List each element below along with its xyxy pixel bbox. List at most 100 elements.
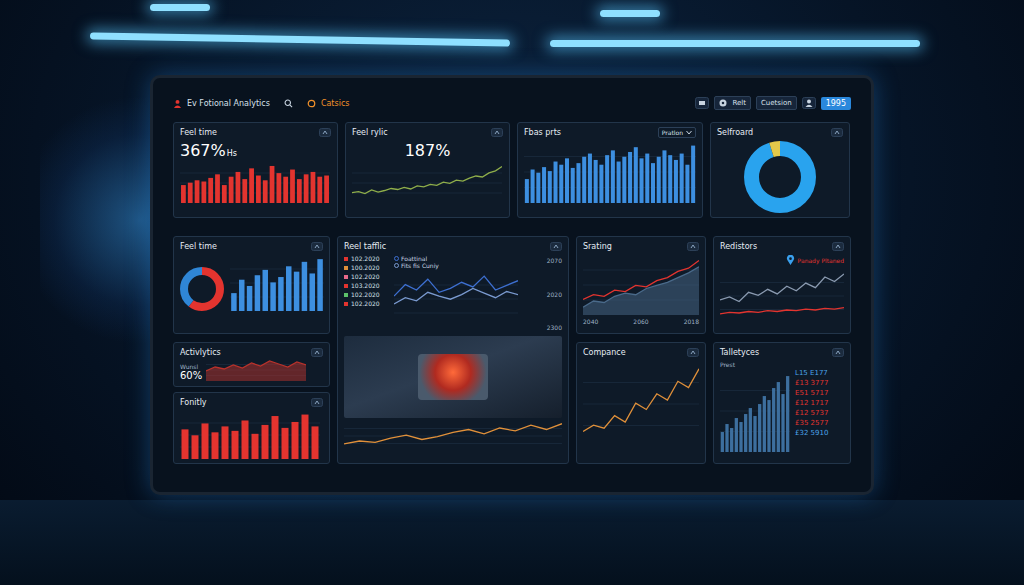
chart-bar bbox=[201, 182, 206, 204]
grid-line bbox=[180, 423, 320, 424]
donut-segment bbox=[752, 149, 809, 206]
value-row: E51 5717 bbox=[795, 389, 828, 397]
chart-bar bbox=[188, 183, 193, 203]
expand-icon[interactable] bbox=[832, 348, 844, 357]
bar-chart bbox=[180, 411, 320, 459]
app-title: Ev Fotional Analytics bbox=[187, 99, 270, 108]
expand-icon[interactable] bbox=[311, 348, 323, 357]
talletyces-card: Talletyces Prest L15 E177£13 3777E51 571… bbox=[713, 342, 851, 464]
chart-bar bbox=[317, 259, 322, 311]
legend-label: 103.2020 bbox=[351, 282, 380, 289]
expand-icon[interactable] bbox=[831, 128, 843, 137]
chart-bar bbox=[571, 168, 575, 203]
chart-bar bbox=[594, 160, 598, 203]
compance-card: Compance bbox=[576, 342, 706, 464]
axis-ticks: 204020602018 bbox=[583, 318, 699, 325]
chart-bar bbox=[263, 180, 268, 203]
profile-icon[interactable] bbox=[802, 97, 816, 109]
expand-icon[interactable] bbox=[687, 242, 699, 251]
header-button[interactable]: Cuetsion bbox=[756, 96, 797, 110]
chart-line bbox=[394, 276, 518, 296]
chart-line bbox=[352, 167, 502, 194]
period-dropdown[interactable]: Pratlon bbox=[658, 127, 696, 138]
panel-title: Feel rylic bbox=[352, 128, 388, 137]
value-row: £12 5737 bbox=[795, 409, 828, 417]
chart-bar bbox=[317, 177, 322, 203]
illustration bbox=[344, 336, 562, 418]
chart-bar bbox=[222, 185, 227, 203]
chart-split bbox=[180, 255, 323, 311]
chart-bar bbox=[634, 147, 638, 203]
legend-swatch bbox=[344, 284, 348, 288]
chart-bar bbox=[239, 280, 244, 311]
kiosk-figure bbox=[418, 354, 488, 400]
expand-icon[interactable] bbox=[311, 398, 323, 407]
axis-tick: 2060 bbox=[633, 318, 648, 325]
chart-bar bbox=[311, 172, 316, 203]
brand[interactable]: Ev Fotional Analytics bbox=[173, 99, 270, 108]
panel-title: Talletyces bbox=[720, 348, 759, 357]
chart-bar bbox=[242, 179, 247, 203]
donut-segment bbox=[184, 271, 220, 307]
top-row: Feel time 367%Hs Feel rylic 187% Fbas pr… bbox=[173, 122, 851, 218]
expand-icon[interactable] bbox=[491, 128, 503, 137]
chevron-down-icon bbox=[686, 130, 692, 135]
chart-bar bbox=[674, 160, 678, 203]
button-label: Relt bbox=[732, 99, 746, 107]
chart-bar bbox=[270, 282, 275, 311]
chart-bar bbox=[730, 428, 733, 452]
chart-bar bbox=[302, 415, 309, 459]
chart-bar bbox=[721, 432, 724, 452]
chart-bar bbox=[691, 146, 695, 203]
area-chart bbox=[206, 359, 306, 381]
chart-bar bbox=[302, 262, 307, 311]
button-label: Cuetsion bbox=[761, 99, 792, 107]
floor-reflection bbox=[0, 500, 1024, 585]
chart-bar bbox=[278, 277, 283, 311]
expand-icon[interactable] bbox=[832, 242, 844, 251]
reel-tafflic-card: Reel tafflic 102.2020 100.2020 102.2020 … bbox=[337, 236, 569, 464]
grid-line bbox=[720, 296, 844, 297]
chart-bar bbox=[249, 169, 254, 204]
panel-header: Feel time bbox=[180, 127, 331, 138]
chart-line bbox=[394, 288, 518, 304]
grid-line bbox=[720, 309, 844, 310]
selfroard-card: Selfroard bbox=[710, 122, 850, 218]
chart-bar bbox=[263, 270, 268, 311]
chart-area bbox=[206, 361, 306, 381]
search-icon[interactable] bbox=[284, 99, 293, 108]
chart-bar bbox=[272, 416, 279, 459]
panel-header: Selfroard bbox=[717, 127, 843, 138]
header-tab[interactable]: Catsics bbox=[307, 99, 350, 108]
value-row: £12 1717 bbox=[795, 399, 828, 407]
grid-line bbox=[352, 183, 502, 184]
grid-line bbox=[344, 428, 562, 429]
header-button[interactable]: Relt bbox=[714, 96, 751, 110]
ceiling-light bbox=[90, 32, 510, 46]
expand-icon[interactable] bbox=[687, 348, 699, 357]
expand-icon[interactable] bbox=[311, 242, 323, 251]
area-chart bbox=[583, 255, 699, 315]
talletyces-body: Prest L15 E177£13 3777E51 5717£12 1717£1… bbox=[720, 361, 844, 452]
chart-bar bbox=[310, 273, 315, 311]
chart-bar bbox=[262, 425, 269, 459]
chart-bar bbox=[195, 180, 200, 203]
chart-bar bbox=[605, 155, 609, 203]
value-unit: Hs bbox=[227, 149, 237, 158]
expand-icon[interactable] bbox=[319, 128, 331, 137]
line-chart bbox=[394, 271, 518, 327]
grid-line bbox=[720, 282, 844, 283]
panel-title: Activlytics bbox=[180, 348, 221, 357]
chart-bar bbox=[252, 434, 259, 459]
expand-icon[interactable] bbox=[550, 242, 562, 251]
window-icon[interactable] bbox=[695, 97, 709, 109]
chart-bar bbox=[215, 175, 220, 204]
tablet: Ev Fotional Analytics Catsics Relt Cuets… bbox=[150, 75, 874, 495]
chart-line bbox=[583, 267, 699, 308]
chart-bar bbox=[576, 163, 580, 203]
series-marker bbox=[394, 256, 399, 261]
year-button[interactable]: 1995 bbox=[821, 97, 851, 110]
chart-bar bbox=[739, 422, 742, 452]
app-header: Ev Fotional Analytics Catsics Relt Cuets… bbox=[173, 92, 851, 114]
chart-bar bbox=[236, 172, 241, 203]
